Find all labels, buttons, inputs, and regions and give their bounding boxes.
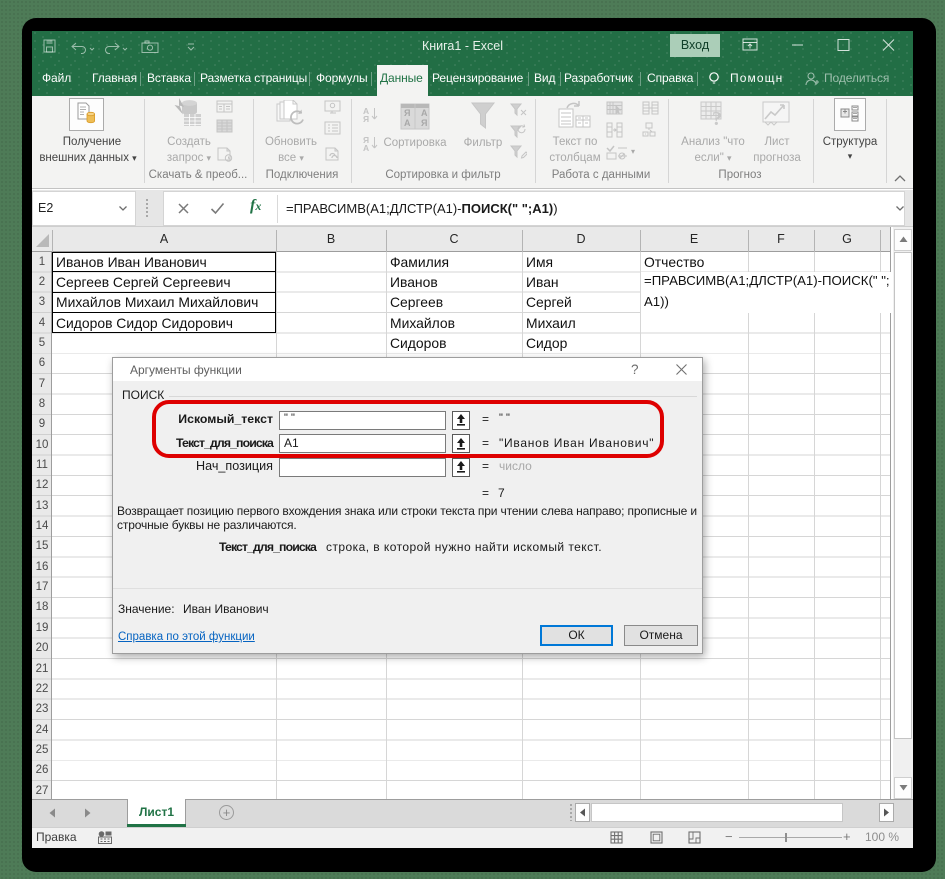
svg-text:А: А: [421, 108, 428, 118]
svg-text:Я: Я: [404, 108, 410, 118]
svg-text:А: А: [404, 118, 411, 128]
svg-text:А: А: [363, 143, 369, 151]
svg-text:Я: Я: [421, 118, 427, 128]
svg-text:Я: Я: [363, 114, 369, 124]
svg-text:?: ?: [712, 108, 722, 127]
